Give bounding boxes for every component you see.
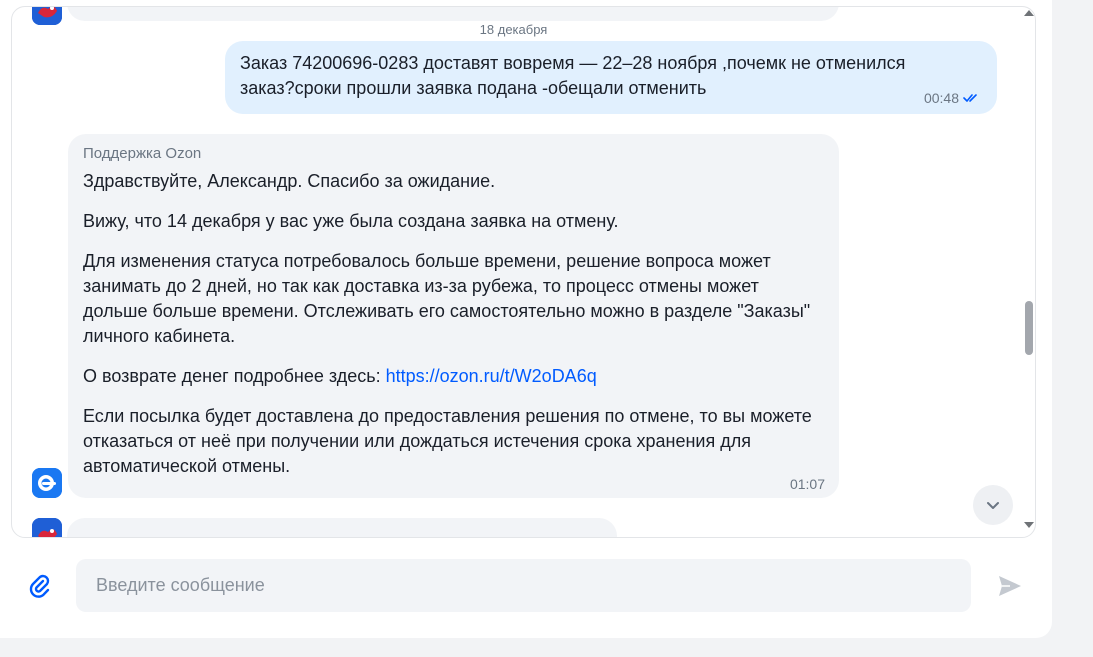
outgoing-message-meta: 00:48	[924, 90, 979, 106]
incoming-message-time: 01:07	[789, 476, 825, 492]
ozon-support-avatar	[32, 468, 62, 498]
sender-name: Поддержка Ozon	[83, 145, 202, 162]
chevron-down-icon	[987, 501, 999, 509]
next-message-bubble	[67, 518, 617, 537]
message-paragraph: Если посылка будет доставлена до предост…	[83, 406, 812, 476]
link-prefix: О возврате денег подробнее здесь:	[83, 366, 386, 386]
scroll-to-bottom-button[interactable]	[973, 485, 1013, 525]
send-button[interactable]	[996, 572, 1024, 600]
message-list[interactable]: 18 декабря Заказ 74200696-0283 доставят …	[11, 6, 1036, 538]
message-input-box[interactable]	[76, 559, 971, 612]
chat-panel: 18 декабря Заказ 74200696-0283 доставят …	[0, 0, 1052, 638]
refund-info-link[interactable]: https://ozon.ru/t/W2oDA6q	[386, 366, 597, 386]
message-input[interactable]	[96, 575, 951, 596]
scroll-up-arrow-icon[interactable]	[1024, 10, 1034, 16]
paperclip-icon	[29, 574, 50, 598]
attach-button[interactable]	[26, 572, 54, 600]
message-composer	[0, 558, 1052, 614]
outgoing-message-text: Заказ 74200696-0283 доставят вовремя — 2…	[240, 53, 906, 98]
previous-message-bubble	[67, 7, 839, 21]
send-icon	[999, 576, 1021, 596]
scroll-down-arrow-icon[interactable]	[1024, 522, 1034, 528]
message-paragraph: Вижу, что 14 декабря у вас уже была созд…	[83, 211, 619, 231]
outgoing-message-time: 00:48	[923, 90, 959, 106]
message-paragraph: О возврате денег подробнее здесь: https:…	[83, 364, 825, 389]
scrollbar-thumb[interactable]	[1025, 301, 1033, 355]
date-separator: 18 декабря	[479, 22, 548, 37]
scrollbar[interactable]	[1021, 7, 1035, 537]
message-paragraph: Здравствуйте, Александр. Спасибо за ожид…	[83, 171, 496, 191]
user-avatar	[32, 518, 62, 537]
double-check-icon	[963, 94, 977, 102]
message-paragraph: Для изменения статуса потребовалось боль…	[83, 251, 811, 346]
incoming-message[interactable]: Поддержка Ozon Здравствуйте, Александр. …	[68, 134, 839, 498]
outgoing-message[interactable]: Заказ 74200696-0283 доставят вовремя — 2…	[225, 41, 997, 114]
